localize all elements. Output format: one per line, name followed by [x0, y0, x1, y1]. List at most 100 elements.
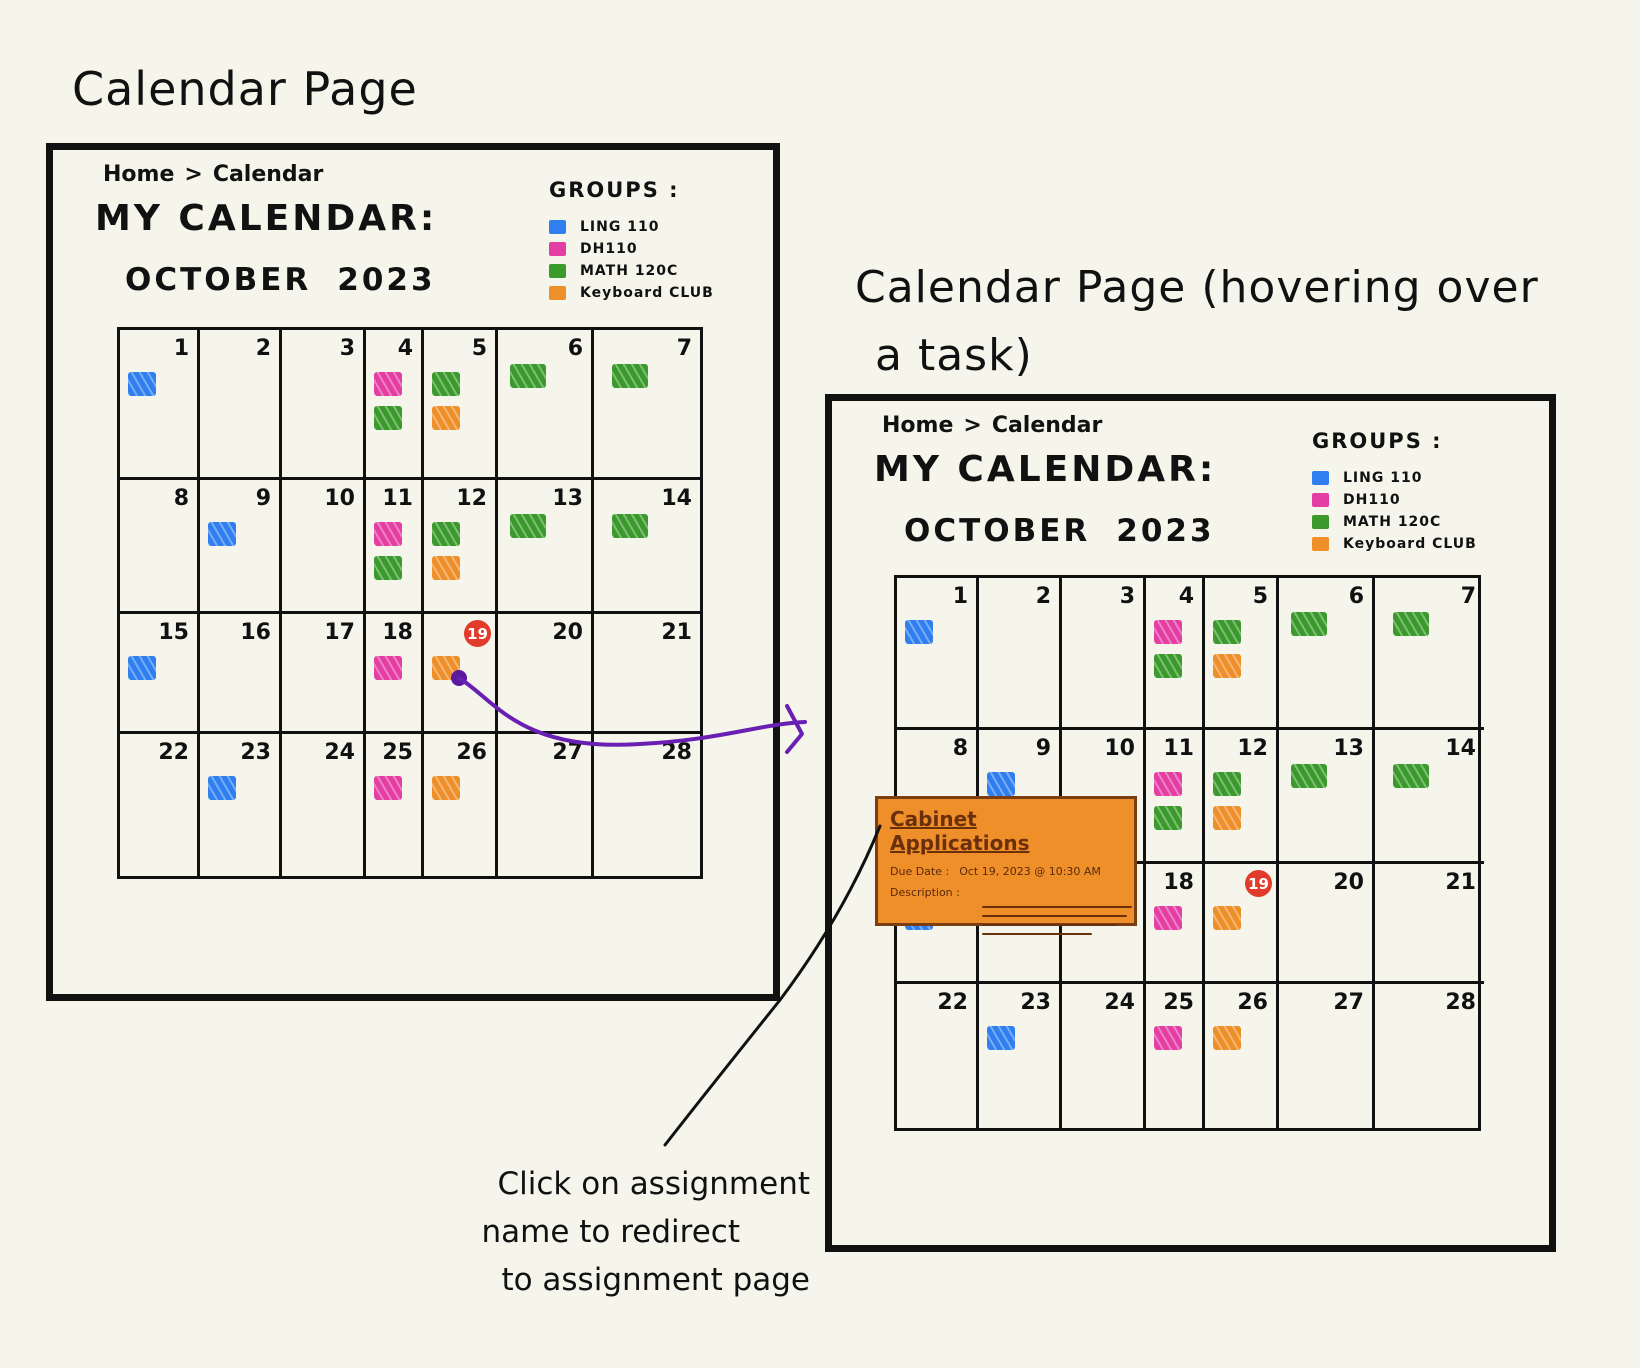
- task-marker[interactable]: [1291, 612, 1327, 636]
- task-marker[interactable]: [1154, 654, 1182, 678]
- task-marker[interactable]: [432, 776, 460, 800]
- calendar-day-cell[interactable]: 7: [594, 330, 700, 480]
- calendar-day-cell[interactable]: 13: [1279, 730, 1375, 864]
- calendar-day-cell[interactable]: 20: [1279, 864, 1375, 984]
- breadcrumb-home-link[interactable]: Home: [103, 162, 174, 187]
- task-marker[interactable]: [987, 772, 1015, 796]
- task-marker[interactable]: [128, 372, 156, 396]
- calendar-day-cell[interactable]: 26: [1205, 984, 1279, 1128]
- calendar-day-cell[interactable]: 12: [1205, 730, 1279, 864]
- task-marker[interactable]: [432, 522, 460, 546]
- calendar-day-cell[interactable]: 17: [282, 614, 366, 734]
- calendar-day-cell[interactable]: 6: [498, 330, 594, 480]
- calendar-day-cell[interactable]: 4: [366, 330, 424, 480]
- assignment-name-link[interactable]: Cabinet Applications: [890, 807, 1122, 855]
- task-marker[interactable]: [1154, 620, 1182, 644]
- calendar-day-cell[interactable]: 14: [594, 480, 700, 614]
- task-marker[interactable]: [510, 514, 546, 538]
- calendar-day-cell[interactable]: 2: [979, 578, 1062, 730]
- task-marker[interactable]: [1154, 806, 1182, 830]
- calendar-day-cell[interactable]: 18: [366, 614, 424, 734]
- calendar-day-cell[interactable]: 28: [594, 734, 700, 876]
- task-marker[interactable]: [1213, 772, 1241, 796]
- task-marker[interactable]: [1213, 1026, 1241, 1050]
- calendar-day-cell[interactable]: 18: [1146, 864, 1205, 984]
- task-marker[interactable]: [432, 556, 460, 580]
- calendar-day-cell[interactable]: 11: [366, 480, 424, 614]
- calendar-day-cell[interactable]: 25: [366, 734, 424, 876]
- calendar-day-cell[interactable]: 26: [424, 734, 498, 876]
- task-marker[interactable]: [987, 1026, 1015, 1050]
- calendar-day-cell[interactable]: 16: [200, 614, 282, 734]
- calendar-day-cell[interactable]: 7: [1375, 578, 1484, 730]
- calendar-day-cell[interactable]: 8: [120, 480, 200, 614]
- task-marker[interactable]: [1154, 906, 1182, 930]
- task-marker[interactable]: [374, 372, 402, 396]
- calendar-day-cell[interactable]: 14: [1375, 730, 1484, 864]
- calendar-day-cell[interactable]: 4: [1146, 578, 1205, 730]
- calendar-day-cell[interactable]: 24: [282, 734, 366, 876]
- task-marker[interactable]: [374, 522, 402, 546]
- calendar-day-cell[interactable]: 24: [1062, 984, 1146, 1128]
- calendar-day-cell[interactable]: 19: [424, 614, 498, 734]
- group-item[interactable]: DH110: [549, 238, 714, 260]
- calendar-day-cell[interactable]: 27: [498, 734, 594, 876]
- calendar-day-cell[interactable]: 19: [1205, 864, 1279, 984]
- task-marker[interactable]: [128, 656, 156, 680]
- calendar-day-cell[interactable]: 22: [897, 984, 979, 1128]
- task-marker[interactable]: [208, 776, 236, 800]
- task-marker[interactable]: [1393, 764, 1429, 788]
- calendar-day-cell[interactable]: 3: [1062, 578, 1146, 730]
- task-marker[interactable]: [1291, 764, 1327, 788]
- calendar-day-cell[interactable]: 23: [200, 734, 282, 876]
- task-marker[interactable]: [374, 556, 402, 580]
- calendar-day-cell[interactable]: 13: [498, 480, 594, 614]
- calendar-day-cell[interactable]: 23: [979, 984, 1062, 1128]
- task-marker[interactable]: [510, 364, 546, 388]
- group-item[interactable]: Keyboard CLUB: [1312, 533, 1477, 555]
- task-marker[interactable]: [1213, 906, 1241, 930]
- task-marker[interactable]: [432, 406, 460, 430]
- task-marker[interactable]: [612, 514, 648, 538]
- calendar-day-cell[interactable]: 28: [1375, 984, 1484, 1128]
- calendar-day-cell[interactable]: 27: [1279, 984, 1375, 1128]
- task-marker[interactable]: [374, 656, 402, 680]
- task-marker[interactable]: [1213, 654, 1241, 678]
- calendar-day-cell[interactable]: 21: [1375, 864, 1484, 984]
- breadcrumb-home-link[interactable]: Home: [882, 413, 953, 438]
- task-marker[interactable]: [374, 776, 402, 800]
- group-item[interactable]: MATH 120C: [1312, 511, 1477, 533]
- task-marker[interactable]: [432, 372, 460, 396]
- calendar-day-cell[interactable]: 5: [1205, 578, 1279, 730]
- task-marker[interactable]: [1213, 620, 1241, 644]
- calendar-day-cell[interactable]: 5: [424, 330, 498, 480]
- calendar-day-cell[interactable]: 11: [1146, 730, 1205, 864]
- group-item[interactable]: LING 110: [549, 216, 714, 238]
- task-marker[interactable]: [432, 656, 460, 680]
- calendar-day-cell[interactable]: 6: [1279, 578, 1375, 730]
- group-item[interactable]: Keyboard CLUB: [549, 282, 714, 304]
- calendar-day-cell[interactable]: 15: [120, 614, 200, 734]
- calendar-day-cell[interactable]: 10: [282, 480, 366, 614]
- calendar-day-cell[interactable]: 12: [424, 480, 498, 614]
- task-marker[interactable]: [1393, 612, 1429, 636]
- calendar-day-cell[interactable]: 1: [120, 330, 200, 480]
- calendar-day-cell[interactable]: 2: [200, 330, 282, 480]
- calendar-day-cell[interactable]: 3: [282, 330, 366, 480]
- calendar-day-cell[interactable]: 25: [1146, 984, 1205, 1128]
- group-item[interactable]: DH110: [1312, 489, 1477, 511]
- task-marker[interactable]: [374, 406, 402, 430]
- task-marker[interactable]: [1213, 806, 1241, 830]
- calendar-day-cell[interactable]: 9: [200, 480, 282, 614]
- task-marker[interactable]: [1154, 1026, 1182, 1050]
- task-marker[interactable]: [905, 620, 933, 644]
- task-marker[interactable]: [612, 364, 648, 388]
- task-marker[interactable]: [1154, 772, 1182, 796]
- calendar-day-cell[interactable]: 22: [120, 734, 200, 876]
- calendar-day-cell[interactable]: 1: [897, 578, 979, 730]
- group-item[interactable]: MATH 120C: [549, 260, 714, 282]
- task-marker[interactable]: [208, 522, 236, 546]
- group-item[interactable]: LING 110: [1312, 467, 1477, 489]
- calendar-day-cell[interactable]: 20: [498, 614, 594, 734]
- calendar-day-cell[interactable]: 21: [594, 614, 700, 734]
